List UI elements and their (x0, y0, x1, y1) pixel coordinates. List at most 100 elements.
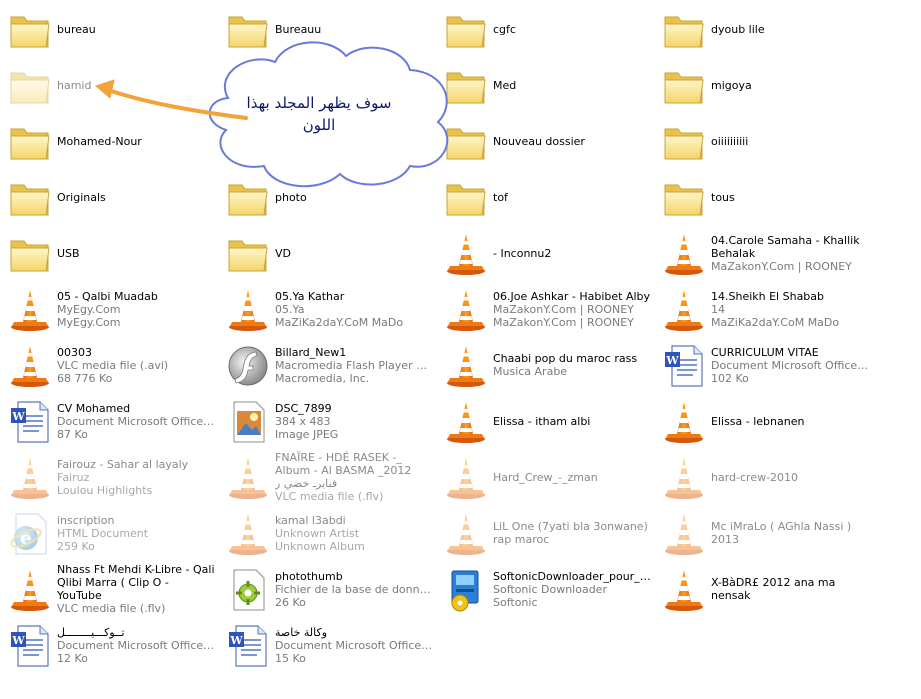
file-item[interactable]: Mc iMraLo ( AGhla Nassi ) 2013 (654, 506, 864, 560)
file-name: Elissa - lebnanen (711, 414, 805, 428)
file-name: 05 - Qalbi Muadab (57, 289, 158, 303)
file-item[interactable]: W CV MohamedDocument Microsoft Office Wo… (0, 394, 215, 448)
file-item-text: Med (493, 58, 651, 112)
file-item-text: X-BàDR£ 2012 ana ma nensak (711, 562, 869, 616)
file-name: 04.Carole Samaha - Khallik Behalak (711, 233, 860, 260)
file-name: Mohamed-Nour (57, 134, 142, 148)
file-type: Unknown Artist (275, 526, 360, 540)
folder-icon (444, 63, 488, 109)
file-detail: Macromedia, Inc. (275, 371, 370, 385)
file-item[interactable]: VD (218, 226, 428, 280)
file-item-text: FNAÏRE - HDÉ RASEK -_ Album - Al BASMA _… (275, 450, 433, 504)
word-document-icon: W (8, 623, 52, 669)
file-item[interactable]: hard-crew-2010 (654, 450, 864, 504)
file-item-text: LiL One (7yati bla 3onwane) rap maroc (493, 506, 651, 560)
file-item[interactable]: USB (0, 226, 210, 280)
file-name: oiiiiiiiiii (711, 134, 749, 148)
folder-icon (444, 119, 488, 165)
file-detail: 259 Ko (57, 539, 95, 553)
image-file-icon (226, 399, 270, 445)
file-item[interactable]: 06.Joe Ashkar - Habibet Alby MaZakonY.Com… (436, 282, 650, 336)
file-item-text: cgfc (493, 2, 651, 56)
file-detail: 26 Ko (275, 595, 306, 609)
file-name: VD (275, 246, 291, 260)
file-item[interactable]: Mohamed-Nour (0, 114, 210, 168)
file-name: tof (493, 190, 508, 204)
file-item[interactable]: hamid (0, 58, 210, 112)
word-document-icon: W (226, 623, 270, 669)
vlc-cone-icon (226, 511, 270, 557)
file-item[interactable]: Nouveau dossier (436, 114, 646, 168)
file-name: migoya (711, 78, 752, 92)
file-item[interactable]: Bureauu (218, 2, 428, 56)
vlc-cone-icon (8, 567, 52, 613)
file-item[interactable]: Elissa - lebnanen (654, 394, 864, 448)
file-detail: 87 Ko (57, 427, 88, 441)
file-item[interactable]: tous (654, 170, 864, 224)
vlc-cone-icon (662, 399, 706, 445)
file-item[interactable]: 04.Carole Samaha - Khallik Behalak MaZako… (654, 226, 864, 280)
vlc-cone-icon (662, 455, 706, 501)
vlc-cone-icon (444, 399, 488, 445)
callout-text: سوف يظهر المجلد بهذا اللون (246, 94, 392, 134)
file-name: photo (275, 190, 307, 204)
file-name: FNAÏRE - HDÉ RASEK -_ Album - Al BASMA _… (275, 451, 412, 490)
file-item[interactable]: SoftonicDownloader_pour_ed... Softonic Do… (436, 562, 651, 616)
file-item[interactable]: DSC_7899 384 x 483 Image JPEG (218, 394, 428, 448)
file-item[interactable]: 00303 VLC media file (.avi) 68 776 Ko (0, 338, 210, 392)
file-item[interactable]: W وكالة خاصةDocument Microsoft Office Wo… (218, 618, 433, 672)
vlc-cone-icon (226, 287, 270, 333)
file-item[interactable]: tof (436, 170, 646, 224)
vlc-cone-icon (444, 455, 488, 501)
file-item-text: 06.Joe Ashkar - Habibet Alby MaZakonY.Com… (493, 282, 651, 336)
file-item[interactable]: Med (436, 58, 646, 112)
file-item[interactable]: W CURRICULUM VITAE Document Microsoft Off… (654, 338, 869, 392)
file-item[interactable]: photo (218, 170, 428, 224)
file-item-text: - Inconnu2 (493, 226, 651, 280)
vlc-cone-icon (662, 231, 706, 277)
file-item[interactable]: LiL One (7yati bla 3onwane) rap maroc (436, 506, 648, 560)
file-item[interactable]: 05.Ya Kathar 05.Ya MaZiKa2daY.CoM MaDo (218, 282, 428, 336)
word-document-icon: W (662, 343, 706, 389)
file-item[interactable]: photothumb Fichier de la base de données 2… (218, 562, 433, 616)
file-type: 384 x 483 (275, 414, 331, 428)
file-item[interactable]: bureau (0, 2, 210, 56)
file-item[interactable]: Hard_Crew_-_zman (436, 450, 646, 504)
file-name: Billard_New1 (275, 345, 347, 359)
file-item[interactable]: - Inconnu2 (436, 226, 646, 280)
flash-player-icon (226, 343, 270, 389)
file-name: Nouveau dossier (493, 134, 585, 148)
file-item[interactable]: dyoub lile (654, 2, 864, 56)
file-item[interactable]: Chaabi pop du maroc rass Musica Arabe (436, 338, 646, 392)
file-item-text: Mc iMraLo ( AGhla Nassi ) 2013 (711, 506, 869, 560)
file-item[interactable]: e inscription HTML Document 259 Ko (0, 506, 210, 560)
file-item[interactable]: Billard_New1Macromedia Flash Player 8.0'… (218, 338, 433, 392)
file-type: Musica Arabe (493, 365, 568, 378)
file-item[interactable]: migoya (654, 58, 864, 112)
vlc-cone-icon (662, 287, 706, 333)
file-item[interactable]: FNAÏRE - HDÉ RASEK -_ Album - Al BASMA _… (218, 450, 428, 504)
file-item-text: bureau (57, 2, 215, 56)
file-item-text: photothumb Fichier de la base de données 2… (275, 562, 433, 616)
file-item[interactable]: Originals (0, 170, 210, 224)
file-item[interactable]: 05 - Qalbi Muadab MyEgy.Com MyEgy.Com (0, 282, 210, 336)
file-item[interactable]: Nhass Ft Mehdi K-Libre - Qali Qlibi Marr… (0, 562, 215, 616)
file-type: HTML Document (57, 526, 149, 540)
file-item-text: hamid (57, 58, 215, 112)
file-item[interactable]: Fairouz - Sahar al layaly Fairuz Loulou Hi… (0, 450, 210, 504)
file-item[interactable]: Elissa - itham albi (436, 394, 646, 448)
file-item[interactable]: W تــوكـــيــــــــل Document Microsoft O… (0, 618, 215, 672)
file-item-text: Elissa - lebnanen (711, 394, 869, 448)
file-detail: MaZakonY.Com | ROONEY (493, 315, 634, 329)
file-item[interactable]: oiiiiiiiiii (654, 114, 864, 168)
file-item[interactable]: 14.Sheikh El Shabab 14 MaZiKa2daY.CoM MaDo (654, 282, 864, 336)
file-item-text: CURRICULUM VITAE Document Microsoft Offic… (711, 338, 869, 392)
file-item[interactable]: kamal l3abdi Unknown Artist Unknown Album (218, 506, 428, 560)
file-item[interactable]: cgfc (436, 2, 646, 56)
folder-icon (226, 7, 270, 53)
file-item-text: kamal l3abdi Unknown Artist Unknown Album (275, 506, 433, 560)
folder-icon (226, 231, 270, 277)
file-item[interactable]: X-BàDR£ 2012 ana ma nensak (654, 562, 864, 616)
file-name: Fairouz - Sahar al layaly (57, 457, 189, 471)
file-name: USB (57, 246, 80, 260)
